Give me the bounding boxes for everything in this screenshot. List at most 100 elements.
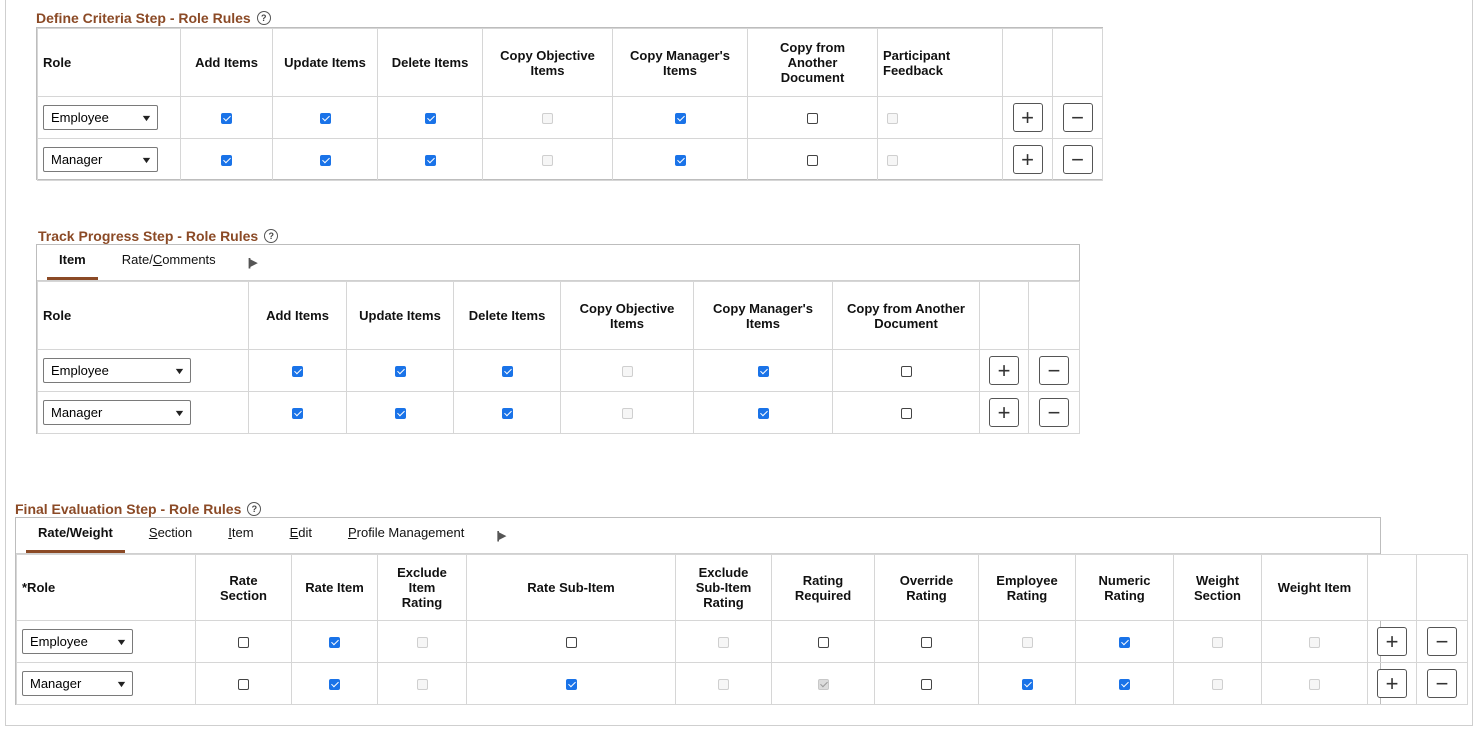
copy-objective-checkbox	[621, 366, 633, 378]
chevron-down-icon: ▼	[140, 154, 153, 165]
add-row-button[interactable]: +	[1377, 627, 1407, 656]
role-select[interactable]: Employee ▼	[43, 105, 158, 130]
help-icon[interactable]: ?	[256, 11, 271, 25]
delete-items-checkbox[interactable]	[501, 408, 513, 420]
remove-row-button[interactable]: −	[1427, 669, 1457, 698]
rate-item-checkbox[interactable]	[329, 679, 340, 691]
weight-section-checkbox	[1212, 679, 1223, 691]
chevron-down-icon: ▼	[140, 112, 153, 123]
add-items-checkbox[interactable]	[221, 113, 232, 125]
add-items-checkbox[interactable]	[292, 408, 303, 420]
add-items-checkbox[interactable]	[221, 155, 232, 167]
col-copy-another: Copy from Another Document	[832, 281, 980, 350]
participant-feedback-checkbox	[887, 155, 898, 167]
tab-profile-management[interactable]: Profile Management	[336, 525, 476, 553]
more-tabs-icon[interactable]: ||▶	[488, 529, 512, 553]
update-items-checkbox[interactable]	[319, 113, 331, 125]
add-items-checkbox[interactable]	[292, 366, 303, 378]
update-items-checkbox[interactable]	[394, 408, 406, 420]
tab-rate-weight[interactable]: Rate/Weight	[26, 525, 125, 553]
tab-edit[interactable]: Edit	[278, 525, 324, 553]
col-participant-feedback: Participant Feedback	[877, 28, 1003, 97]
col-rating-required: Rating Required	[771, 554, 875, 621]
update-items-checkbox[interactable]	[319, 155, 331, 167]
remove-row-button[interactable]: −	[1427, 627, 1457, 656]
copy-another-checkbox[interactable]	[900, 408, 912, 420]
add-row-button[interactable]: +	[1012, 145, 1043, 174]
numeric-rating-checkbox[interactable]	[1119, 679, 1130, 691]
col-add-row	[979, 281, 1029, 350]
add-row-button[interactable]: +	[989, 398, 1019, 427]
copy-another-checkbox[interactable]	[807, 155, 818, 167]
remove-row-button[interactable]: −	[1062, 145, 1093, 174]
col-add-row	[1002, 28, 1053, 97]
copy-manager-checkbox[interactable]	[674, 155, 686, 167]
rate-item-checkbox[interactable]	[329, 637, 340, 649]
role-select[interactable]: Manager ▼	[43, 400, 191, 425]
col-role: *Role	[16, 554, 196, 621]
more-tabs-icon[interactable]: ||▶	[240, 256, 264, 280]
table-row: Employee ▼ + −	[37, 96, 1103, 139]
table-row: Employee ▼ + −	[37, 349, 1080, 392]
remove-row-button[interactable]: −	[1062, 103, 1093, 132]
override-rating-checkbox[interactable]	[921, 637, 932, 649]
delete-items-checkbox[interactable]	[424, 155, 436, 167]
weight-item-checkbox	[1309, 637, 1320, 649]
role-select[interactable]: Employee ▼	[22, 629, 133, 654]
remove-row-button[interactable]: −	[1039, 356, 1069, 385]
table-row: Manager ▼ + −	[37, 391, 1080, 434]
chevron-down-icon: ▼	[115, 636, 128, 647]
rate-section-checkbox[interactable]	[238, 679, 249, 691]
delete-items-checkbox[interactable]	[501, 366, 513, 378]
col-remove-row	[1028, 281, 1080, 350]
help-icon[interactable]: ?	[264, 229, 279, 243]
tab-item[interactable]: Item	[216, 525, 265, 553]
exclude-sub-item-rating-checkbox	[718, 637, 729, 649]
col-weight-item: Weight Item	[1261, 554, 1368, 621]
col-remove-row	[1416, 554, 1468, 621]
add-row-button[interactable]: +	[1012, 103, 1043, 132]
col-role: Role	[37, 281, 249, 350]
rate-sub-item-checkbox[interactable]	[565, 637, 577, 649]
track-tab-bar: Item Rate/Comments ||▶	[37, 245, 1079, 281]
tab-rate-comments[interactable]: Rate/Comments	[110, 252, 228, 280]
copy-manager-checkbox[interactable]	[757, 366, 769, 378]
copy-another-checkbox[interactable]	[807, 113, 818, 125]
col-exclude-item-rating: Exclude Item Rating	[377, 554, 467, 621]
chevron-down-icon: ▼	[173, 365, 186, 376]
final-tab-bar: Rate/Weight Section Item Edit Profile Ma…	[16, 518, 1380, 554]
copy-manager-checkbox[interactable]	[674, 113, 686, 125]
numeric-rating-checkbox[interactable]	[1119, 637, 1130, 649]
role-select[interactable]: Manager ▼	[22, 671, 133, 696]
update-items-checkbox[interactable]	[394, 366, 406, 378]
tab-section[interactable]: Section	[137, 525, 204, 553]
exclude-item-rating-checkbox	[416, 637, 428, 649]
add-row-button[interactable]: +	[989, 356, 1019, 385]
col-copy-manager: Copy Manager's Items	[693, 281, 833, 350]
track-section-title: Track Progress Step - Role Rules ?	[38, 228, 279, 244]
role-select[interactable]: Manager ▼	[43, 147, 158, 172]
delete-items-checkbox[interactable]	[424, 113, 436, 125]
rate-section-checkbox[interactable]	[238, 637, 249, 649]
track-title-text: Track Progress Step - Role Rules	[38, 228, 259, 244]
copy-manager-checkbox[interactable]	[757, 408, 769, 420]
col-copy-another: Copy from Another Document	[747, 28, 878, 97]
override-rating-checkbox[interactable]	[921, 679, 932, 691]
add-row-button[interactable]: +	[1377, 669, 1407, 698]
track-grid: Item Rate/Comments ||▶ Role Add Items Up…	[36, 244, 1080, 434]
col-add-row	[1367, 554, 1417, 621]
tab-item[interactable]: Item	[47, 252, 98, 280]
help-icon[interactable]: ?	[247, 502, 262, 516]
rate-sub-item-checkbox[interactable]	[565, 679, 577, 691]
weight-item-checkbox	[1309, 679, 1320, 691]
rating-required-checkbox[interactable]	[817, 637, 829, 649]
role-select[interactable]: Employee ▼	[43, 358, 191, 383]
remove-row-button[interactable]: −	[1039, 398, 1069, 427]
table-row: Manager ▼ + −	[37, 138, 1103, 181]
copy-another-checkbox[interactable]	[900, 366, 912, 378]
copy-objective-checkbox	[542, 113, 553, 125]
chevron-down-icon: ▼	[115, 678, 128, 689]
final-section-title: Final Evaluation Step - Role Rules ?	[15, 501, 262, 517]
col-numeric-rating: Numeric Rating	[1075, 554, 1174, 621]
employee-rating-checkbox[interactable]	[1021, 679, 1033, 691]
